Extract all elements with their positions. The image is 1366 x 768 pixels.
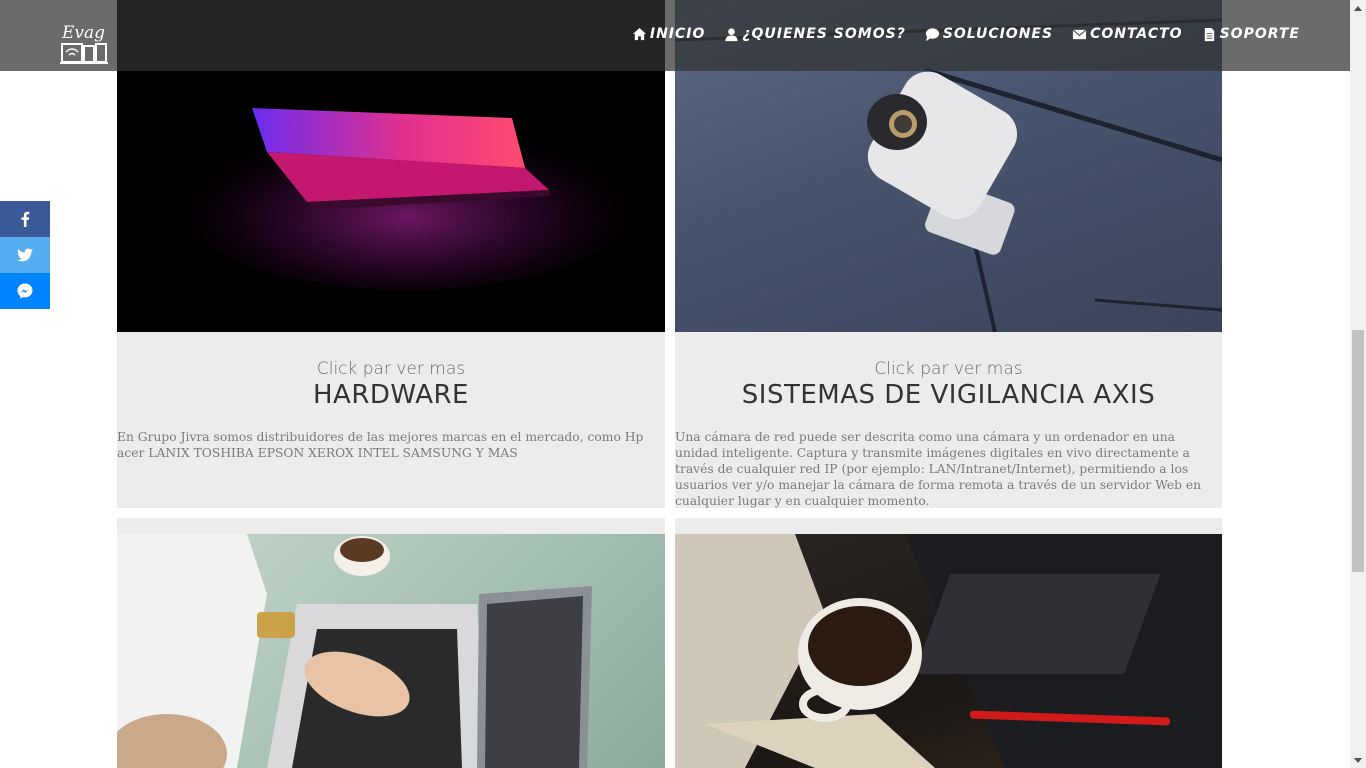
messenger-share-button[interactable] bbox=[0, 273, 50, 309]
top-navbar: Evag INICIO ¿QUIENES SOMOS? SOLUCIONES C… bbox=[0, 0, 1350, 71]
nav-label: SOPORTE bbox=[1219, 26, 1300, 42]
card-title: SISTEMAS DE VIGILANCIA AXIS bbox=[741, 380, 1156, 410]
nav-item-contacto[interactable]: CONTACTO bbox=[1072, 26, 1183, 42]
comment-icon bbox=[925, 27, 939, 41]
nav-item-soluciones[interactable]: SOLUCIONES bbox=[925, 26, 1053, 42]
scrollbar-thumb[interactable] bbox=[1352, 330, 1364, 572]
nav-label: INICIO bbox=[649, 26, 706, 42]
card-title: HARDWARE bbox=[313, 380, 469, 410]
facebook-icon bbox=[21, 211, 30, 227]
card-subtitle: Click par ver mas bbox=[316, 359, 466, 379]
coffee-laptop-image[interactable] bbox=[675, 534, 1222, 768]
social-share-bar bbox=[0, 201, 50, 309]
messenger-icon bbox=[17, 283, 33, 299]
card-top-strip bbox=[117, 518, 665, 534]
home-icon bbox=[632, 27, 646, 40]
typing-laptop-image[interactable] bbox=[117, 534, 665, 768]
user-icon bbox=[725, 27, 738, 41]
nav-label: ¿QUIENES SOMOS? bbox=[742, 26, 906, 42]
logo-text: Evag bbox=[61, 23, 105, 43]
card-subtitle: Click par ver mas bbox=[874, 359, 1023, 379]
card-top-strip bbox=[675, 518, 1222, 534]
surveillance-card[interactable]: Click par ver mas SISTEMAS DE VIGILANCIA… bbox=[675, 332, 1222, 508]
nav-label: SOLUCIONES bbox=[942, 26, 1054, 42]
twitter-icon bbox=[17, 248, 33, 262]
file-icon bbox=[1204, 27, 1214, 41]
main-nav: INICIO ¿QUIENES SOMOS? SOLUCIONES CONTAC… bbox=[632, 26, 1300, 42]
nav-item-quienes-somos[interactable]: ¿QUIENES SOMOS? bbox=[724, 26, 905, 42]
hardware-card[interactable]: Click par ver mas HARDWARE En Grupo Jivr… bbox=[117, 332, 665, 508]
nav-item-soporte[interactable]: SOPORTE bbox=[1202, 26, 1300, 42]
logo[interactable]: Evag bbox=[60, 22, 110, 66]
nav-item-inicio[interactable]: INICIO bbox=[632, 26, 706, 42]
scroll-up-arrow-icon[interactable] bbox=[1350, 0, 1366, 16]
nav-label: CONTACTO bbox=[1090, 26, 1183, 42]
card-description: En Grupo Jivra somos distribuidores de l… bbox=[117, 430, 644, 460]
envelope-icon bbox=[1072, 28, 1087, 39]
card-description: Una cámara de red puede ser descrita com… bbox=[675, 430, 1202, 508]
scroll-down-arrow-icon[interactable] bbox=[1350, 752, 1366, 768]
facebook-share-button[interactable] bbox=[0, 201, 50, 237]
twitter-share-button[interactable] bbox=[0, 237, 50, 273]
vertical-scrollbar[interactable] bbox=[1350, 0, 1366, 768]
